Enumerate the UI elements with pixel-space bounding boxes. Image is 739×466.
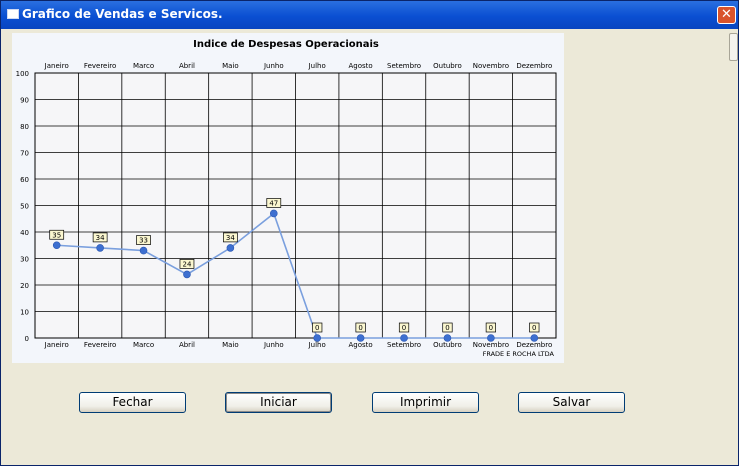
close-window-button[interactable]: ✕ (717, 6, 736, 24)
x-tick-label-bottom: Agosto (349, 341, 373, 349)
x-tick-label-top: Julho (308, 62, 326, 70)
y-tick-label: 20 (20, 282, 29, 290)
iniciar-button[interactable]: Iniciar (225, 392, 332, 413)
x-tick-label-bottom: Junho (263, 341, 284, 349)
y-tick-label: 40 (20, 229, 29, 237)
x-tick-label-top: Agosto (349, 62, 373, 70)
x-tick-label-top: Janeiro (44, 62, 69, 70)
data-label: 34 (226, 234, 235, 242)
data-point (96, 244, 104, 252)
x-tick-label-top: Marco (133, 62, 154, 70)
x-tick-label-top: Outubro (433, 62, 462, 70)
line-chart: Indice de Despesas Operacionais FRADE E … (16, 39, 557, 358)
chart-title: Indice de Despesas Operacionais (193, 39, 379, 50)
y-tick-label: 0 (25, 335, 29, 343)
data-label: 0 (445, 324, 449, 332)
y-tick-label: 10 (20, 309, 29, 317)
x-tick-label-bottom: Maio (222, 341, 239, 349)
x-tick-label-bottom: Setembro (387, 341, 421, 349)
x-tick-label-bottom: Outubro (433, 341, 462, 349)
data-label: 35 (52, 231, 61, 239)
fechar-button[interactable]: Fechar (79, 392, 186, 413)
data-point (52, 241, 61, 250)
salvar-button[interactable]: Salvar (518, 392, 625, 413)
data-point (139, 246, 148, 255)
x-tick-label-top: Setembro (387, 62, 421, 70)
data-label: 0 (315, 324, 319, 332)
data-label: 34 (96, 234, 105, 242)
y-tick-label: 60 (20, 176, 29, 184)
scrollbar-thumb[interactable] (729, 33, 738, 61)
data-label: 0 (489, 324, 493, 332)
window-icon (7, 9, 19, 19)
data-point (356, 334, 365, 342)
y-tick-label: 100 (16, 70, 29, 78)
x-tick-label-top: Maio (222, 62, 239, 70)
y-tick-label: 90 (20, 97, 29, 105)
data-point (400, 334, 408, 342)
data-point (443, 334, 452, 342)
title-bar[interactable]: Grafico de Vendas e Servicos. ✕ (1, 1, 738, 29)
chart-panel: Indice de Despesas Operacionais FRADE E … (12, 33, 564, 363)
x-tick-label-bottom: Fevereiro (84, 341, 116, 349)
x-tick-label-bottom: Marco (133, 341, 154, 349)
data-point (313, 334, 322, 342)
x-tick-label-bottom: Janeiro (44, 341, 69, 349)
data-label: 33 (139, 237, 148, 245)
y-tick-label: 80 (20, 123, 29, 131)
x-tick-label-bottom: Julho (308, 341, 326, 349)
data-label: 0 (532, 324, 536, 332)
y-tick-label: 50 (20, 203, 29, 211)
data-point (487, 334, 495, 342)
imprimir-button[interactable]: Imprimir (372, 392, 479, 413)
data-point (226, 244, 235, 252)
data-label: 0 (358, 324, 362, 332)
data-label: 24 (182, 260, 191, 268)
x-tick-label-bottom: Novembro (473, 341, 509, 349)
data-label: 0 (402, 324, 406, 332)
window-title: Grafico de Vendas e Servicos. (22, 7, 223, 21)
data-point (269, 209, 278, 218)
x-tick-label-bottom: Dezembro (516, 341, 552, 349)
x-tick-label-bottom: Abril (179, 341, 195, 349)
data-point (530, 334, 539, 342)
x-tick-label-top: Abril (179, 62, 195, 70)
app-window: Grafico de Vendas e Servicos. ✕ Indice d… (0, 0, 739, 466)
chart-footer: FRADE E ROCHA LTDA (483, 350, 555, 358)
data-point (183, 270, 191, 279)
x-tick-label-top: Novembro (473, 62, 509, 70)
y-tick-label: 70 (20, 150, 29, 158)
x-tick-label-top: Dezembro (516, 62, 552, 70)
x-tick-label-top: Fevereiro (84, 62, 116, 70)
data-label: 47 (269, 199, 278, 207)
y-tick-label: 30 (20, 256, 29, 264)
x-tick-label-top: Junho (263, 62, 284, 70)
